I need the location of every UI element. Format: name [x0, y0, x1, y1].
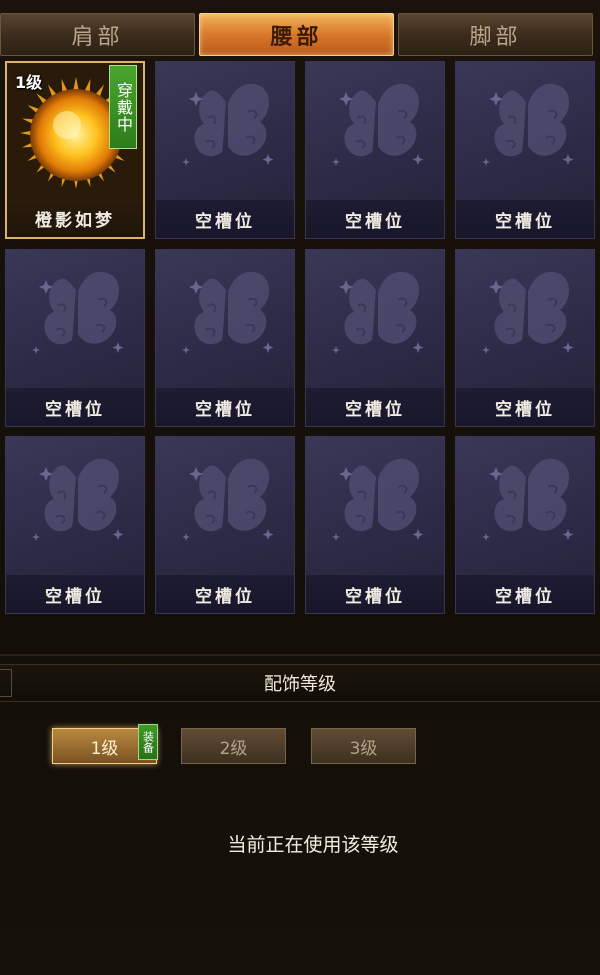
- status-text: 当前正在使用该等级: [227, 834, 399, 856]
- butterfly-placeholder-icon: [182, 83, 274, 166]
- butterfly-placeholder-icon: [32, 271, 124, 354]
- level-3-button[interactable]: 3级: [311, 728, 416, 764]
- slot-label: 空槽位: [156, 200, 294, 238]
- equipped-slot[interactable]: 1级 穿戴中橙影如梦: [5, 61, 145, 239]
- slot-label: 空槽位: [456, 575, 594, 613]
- slot-level-badge: 1级: [15, 73, 43, 92]
- wearing-tag: 穿戴中: [109, 65, 137, 149]
- butterfly-placeholder-icon: [182, 458, 274, 541]
- empty-slot[interactable]: 空槽位: [155, 249, 295, 427]
- slot-label: 空槽位: [306, 388, 444, 426]
- empty-slot[interactable]: 空槽位: [455, 249, 595, 427]
- empty-slot[interactable]: 空槽位: [155, 436, 295, 614]
- tab-waist[interactable]: 腰部: [199, 13, 394, 56]
- tab-feet[interactable]: 脚部: [398, 13, 593, 56]
- slot-label: 橙影如梦: [7, 199, 143, 237]
- accessory-panel: 肩部 腰部 脚部 1级 穿戴中 橙影如梦 空槽位 空槽位 空槽位 空槽位 空槽位 空槽位 空槽位空…: [0, 0, 600, 975]
- empty-slot[interactable]: 空槽位: [455, 436, 595, 614]
- butterfly-placeholder-icon: [482, 271, 574, 354]
- section-header: 配饰等级: [0, 664, 600, 702]
- butterfly-placeholder-icon: [332, 458, 424, 541]
- slot-label: 空槽位: [306, 200, 444, 238]
- empty-slot[interactable]: 空槽位: [305, 436, 445, 614]
- butterfly-placeholder-icon: [482, 458, 574, 541]
- empty-slot[interactable]: 空槽位: [5, 436, 145, 614]
- divider: [0, 654, 600, 656]
- section-title: 配饰等级: [264, 674, 336, 695]
- butterfly-placeholder-icon: [332, 271, 424, 354]
- empty-slot[interactable]: 空槽位: [5, 249, 145, 427]
- slot-label: 空槽位: [456, 200, 594, 238]
- category-tabs: 肩部 腰部 脚部: [0, 13, 600, 56]
- empty-slot[interactable]: 空槽位: [155, 61, 295, 239]
- level-2-button[interactable]: 2级: [181, 728, 286, 764]
- empty-slot[interactable]: 空槽位: [305, 61, 445, 239]
- butterfly-placeholder-icon: [332, 83, 424, 166]
- slot-label: 空槽位: [156, 388, 294, 426]
- equipped-flag: 装备: [138, 724, 158, 760]
- empty-slot[interactable]: 空槽位: [305, 249, 445, 427]
- butterfly-placeholder-icon: [32, 458, 124, 541]
- slot-label: 空槽位: [456, 388, 594, 426]
- butterfly-placeholder-icon: [182, 271, 274, 354]
- slot-label: 空槽位: [6, 575, 144, 613]
- tab-shoulder[interactable]: 肩部: [0, 13, 195, 56]
- slot-label: 空槽位: [6, 388, 144, 426]
- butterfly-placeholder-icon: [482, 83, 574, 166]
- empty-slot[interactable]: 空槽位: [455, 61, 595, 239]
- slot-label: 空槽位: [306, 575, 444, 613]
- slot-label: 空槽位: [156, 575, 294, 613]
